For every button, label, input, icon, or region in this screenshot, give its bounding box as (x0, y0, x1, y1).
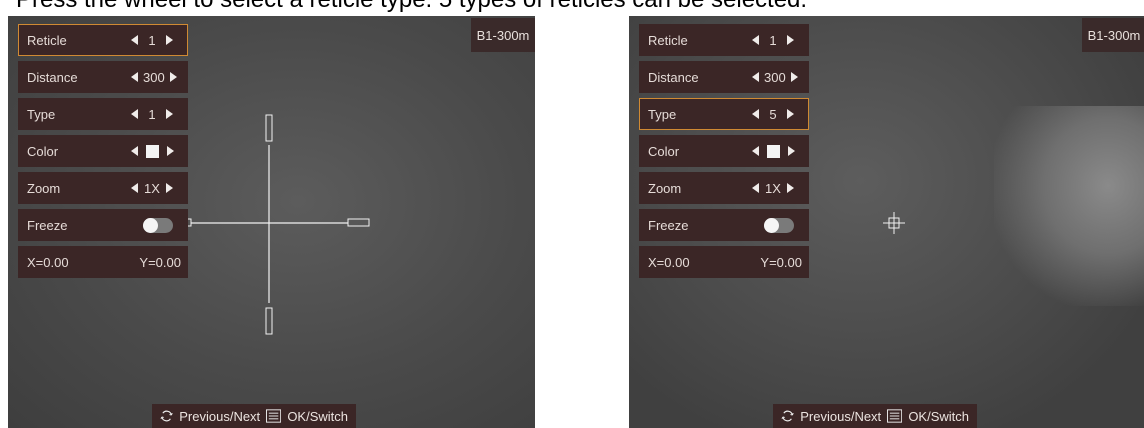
reticle-label: Reticle (27, 32, 67, 48)
freeze-toggle[interactable] (764, 217, 794, 233)
arrow-right-icon[interactable] (166, 35, 173, 45)
profile-badge: B1-300m (1082, 18, 1144, 52)
freeze-toggle[interactable] (143, 217, 173, 233)
profile-badge: B1-300m (471, 18, 535, 52)
arrow-left-icon[interactable] (752, 72, 759, 82)
distance-value: 300 (143, 69, 165, 85)
menu-row-zoom[interactable]: Zoom 1X (639, 172, 809, 204)
zoom-value: 1X (144, 180, 160, 196)
reticle-value: 1 (769, 32, 777, 48)
color-label: Color (27, 143, 59, 159)
hint-previous-next: Previous/Next (179, 408, 261, 424)
menu-row-type[interactable]: Type 5 (639, 98, 809, 130)
distance-value: 300 (764, 69, 786, 85)
arrow-right-icon[interactable] (788, 146, 795, 156)
menu-row-reticle[interactable]: Reticle 1 (18, 24, 188, 56)
color-swatch (767, 144, 780, 158)
menu-row-coordinates: X=0.00 Y=0.00 (639, 246, 809, 278)
type-value: 5 (769, 106, 777, 122)
toggle-knob (764, 217, 779, 233)
distance-label: Distance (648, 69, 699, 85)
arrow-left-icon[interactable] (752, 109, 759, 119)
toggle-knob (143, 217, 158, 233)
arrow-right-icon[interactable] (787, 109, 794, 119)
reticle-label: Reticle (648, 32, 688, 48)
menu-row-distance[interactable]: Distance 300 (18, 61, 188, 93)
x-coordinate: X=0.00 (27, 254, 69, 270)
y-coordinate: Y=0.00 (139, 254, 181, 270)
arrow-left-icon[interactable] (752, 183, 759, 193)
freeze-label: Freeze (27, 217, 68, 233)
menu-row-distance[interactable]: Distance 300 (639, 61, 809, 93)
arrow-right-icon[interactable] (787, 35, 794, 45)
scope-screen-reticle-1: B1-300m Reticle 1 Distance 300 Type 1 Co… (8, 16, 535, 428)
menu-button-icon (887, 409, 903, 423)
hint-bar: Previous/Next OK/Switch (152, 404, 356, 428)
freeze-label: Freeze (648, 217, 689, 233)
arrow-left-icon[interactable] (752, 35, 759, 45)
arrow-right-icon[interactable] (165, 183, 173, 193)
menu-row-coordinates: X=0.00 Y=0.00 (18, 246, 188, 278)
hint-ok-switch: OK/Switch (287, 408, 348, 424)
menu-row-reticle[interactable]: Reticle 1 (639, 24, 809, 56)
arrow-right-icon[interactable] (166, 109, 173, 119)
arrow-left-icon[interactable] (131, 35, 138, 45)
hint-bar: Previous/Next OK/Switch (773, 404, 977, 428)
x-coordinate: X=0.00 (648, 254, 690, 270)
y-coordinate: Y=0.00 (760, 254, 802, 270)
zoom-label: Zoom (27, 180, 61, 196)
arrow-left-icon[interactable] (752, 146, 759, 156)
reticle-menu: Reticle 1 Distance 300 Type 1 Color Zoom… (18, 24, 188, 283)
caption-text: Press the wheel to select a reticle type… (16, 0, 807, 14)
arrow-left-icon[interactable] (131, 146, 138, 156)
reticle-value: 1 (148, 32, 156, 48)
menu-row-color[interactable]: Color (639, 135, 809, 167)
hint-ok-switch: OK/Switch (908, 408, 969, 424)
color-label: Color (648, 143, 680, 159)
menu-row-color[interactable]: Color (18, 135, 188, 167)
arrow-left-icon[interactable] (131, 72, 138, 82)
type-label: Type (648, 106, 677, 122)
arrow-right-icon[interactable] (790, 72, 798, 82)
scope-screen-reticle-5: B1-300m Reticle 1 Distance 300 Type 5 Co… (629, 16, 1144, 428)
hint-previous-next: Previous/Next (800, 408, 882, 424)
menu-row-freeze[interactable]: Freeze (639, 209, 809, 241)
arrow-right-icon[interactable] (169, 72, 177, 82)
color-swatch (146, 144, 159, 158)
type-label: Type (27, 106, 56, 122)
menu-button-icon (266, 409, 282, 423)
type-value: 1 (148, 106, 156, 122)
zoom-value: 1X (765, 180, 781, 196)
arrow-right-icon[interactable] (167, 146, 174, 156)
distance-label: Distance (27, 69, 78, 85)
menu-row-type[interactable]: Type 1 (18, 98, 188, 130)
menu-row-freeze[interactable]: Freeze (18, 209, 188, 241)
arrow-right-icon[interactable] (786, 183, 794, 193)
wheel-rotate-icon (781, 410, 794, 422)
arrow-left-icon[interactable] (131, 183, 138, 193)
reticle-menu: Reticle 1 Distance 300 Type 5 Color Zoom… (639, 24, 809, 283)
menu-row-zoom[interactable]: Zoom 1X (18, 172, 188, 204)
zoom-label: Zoom (648, 180, 682, 196)
wheel-rotate-icon (160, 410, 173, 422)
arrow-left-icon[interactable] (131, 109, 138, 119)
